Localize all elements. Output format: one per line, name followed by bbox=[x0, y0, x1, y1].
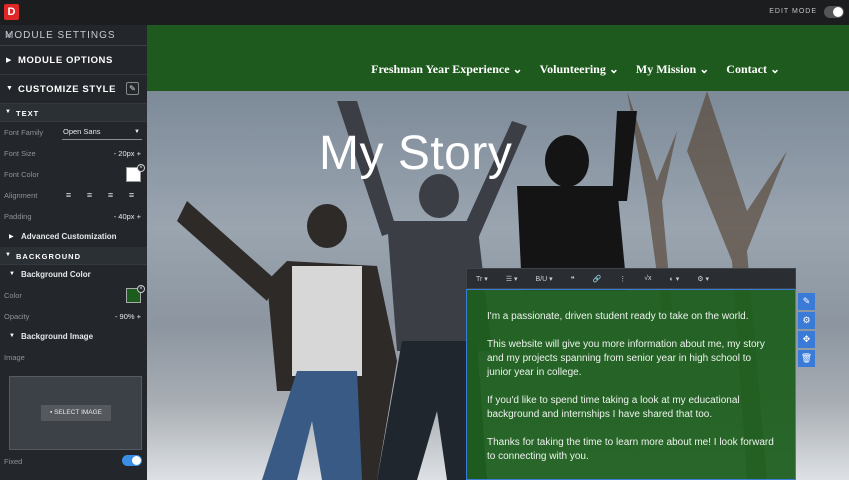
font-size-stepper[interactable]: - 20px + bbox=[114, 149, 141, 158]
page-preview: Freshman Year Experience ⌄ Volunteering … bbox=[147, 25, 849, 480]
dropdown-arrow-icon: ▼ bbox=[134, 129, 140, 135]
font-family-select[interactable]: Open Sans ▼ bbox=[62, 126, 142, 140]
content-paragraph[interactable]: If you'd like to spend time taking a loo… bbox=[487, 394, 775, 422]
padding-row: Padding - 40px + bbox=[0, 206, 147, 227]
caret-down-icon: ▼ bbox=[5, 252, 11, 258]
module-settings-sidebar: MODULE SETTINGS × ▶ MODULE OPTIONS ▼ CUS… bbox=[0, 25, 147, 480]
site-navbar: Freshman Year Experience ⌄ Volunteering … bbox=[147, 25, 849, 91]
color-row: Color × bbox=[0, 285, 147, 306]
fixed-row: Fixed bbox=[0, 451, 147, 472]
background-image-label: Background Image bbox=[21, 332, 94, 341]
customize-style-label: CUSTOMIZE STYLE bbox=[18, 84, 117, 95]
content-paragraph[interactable]: This website will give you more informat… bbox=[487, 338, 775, 380]
font-family-row: Font Family Open Sans ▼ bbox=[0, 122, 147, 143]
background-section[interactable]: ▼ BACKGROUND bbox=[0, 247, 147, 265]
caret-right-icon: ▶ bbox=[9, 234, 14, 240]
font-family-value: Open Sans bbox=[63, 127, 101, 136]
settings-icon[interactable]: ⚙ ▾ bbox=[688, 275, 718, 283]
font-family-label: Font Family bbox=[4, 128, 44, 137]
gear-icon[interactable]: ⚙ bbox=[798, 312, 815, 329]
move-icon[interactable]: ✥ bbox=[798, 331, 815, 348]
customize-style-section[interactable]: ▼ CUSTOMIZE STYLE ✎ bbox=[0, 75, 147, 104]
image-row: Image bbox=[0, 347, 147, 368]
caret-right-icon: ▶ bbox=[6, 57, 12, 64]
quote-icon[interactable]: ❝ bbox=[562, 275, 584, 283]
sidebar-header: MODULE SETTINGS × bbox=[0, 25, 147, 46]
module-side-tools: ✎ ⚙ ✥ 🗑 bbox=[798, 293, 815, 367]
clear-color-icon[interactable]: × bbox=[137, 285, 145, 293]
top-bar: D EDIT MODE bbox=[0, 0, 849, 25]
content-paragraph[interactable]: I'm a passionate, driven student ready t… bbox=[487, 310, 775, 324]
text-module[interactable]: I'm a passionate, driven student ready t… bbox=[466, 289, 796, 480]
paint-bucket-icon[interactable]: ✎ bbox=[126, 82, 139, 95]
caret-down-icon: ▼ bbox=[5, 109, 11, 115]
hero-title[interactable]: My Story bbox=[319, 126, 512, 181]
opacity-label: Opacity bbox=[4, 312, 30, 321]
advanced-customization-toggle[interactable]: ▶ Advanced Customization bbox=[0, 227, 147, 247]
opacity-row: Opacity - 90% + bbox=[0, 306, 147, 327]
link-icon[interactable]: 🔗 bbox=[583, 275, 610, 283]
text-style-icon[interactable]: Tr ▾ bbox=[467, 275, 497, 283]
align-justify-icon[interactable]: ≡ bbox=[125, 189, 138, 202]
opacity-stepper[interactable]: - 90% + bbox=[115, 312, 141, 321]
image-label: Image bbox=[4, 353, 25, 362]
color-icon[interactable]: ◐ ▾ bbox=[661, 275, 689, 283]
close-icon[interactable]: × bbox=[5, 28, 142, 42]
color-label: Color bbox=[4, 291, 22, 300]
nav-item-freshman-year[interactable]: Freshman Year Experience ⌄ bbox=[371, 62, 522, 77]
fixed-label: Fixed bbox=[4, 457, 23, 466]
nav-item-my-mission[interactable]: My Mission ⌄ bbox=[636, 62, 709, 77]
module-options-section[interactable]: ▶ MODULE OPTIONS bbox=[0, 46, 147, 75]
module-options-label: MODULE OPTIONS bbox=[18, 55, 113, 66]
edit-mode-label: EDIT MODE bbox=[769, 8, 817, 15]
text-section[interactable]: ▼ TEXT bbox=[0, 104, 147, 122]
nav-item-contact[interactable]: Contact ⌄ bbox=[726, 62, 780, 77]
alignment-row: Alignment ≡ ≡ ≡ ≡ bbox=[0, 185, 147, 206]
more-icon[interactable]: ⋮ bbox=[610, 275, 635, 283]
background-image-toggle[interactable]: ▼ Background Image bbox=[0, 327, 147, 347]
formula-icon[interactable]: √x bbox=[635, 275, 660, 282]
caret-down-icon: ▼ bbox=[9, 271, 15, 277]
caret-down-icon: ▼ bbox=[9, 333, 15, 339]
edit-mode-toggle[interactable] bbox=[824, 6, 844, 18]
advanced-customization-label: Advanced Customization bbox=[21, 232, 117, 241]
align-center-icon[interactable]: ≡ bbox=[83, 189, 96, 202]
background-color-toggle[interactable]: ▼ Background Color bbox=[0, 265, 147, 285]
padding-label: Padding bbox=[4, 212, 32, 221]
fixed-toggle[interactable] bbox=[122, 455, 142, 466]
select-image-label: SELECT IMAGE bbox=[54, 409, 103, 416]
select-image-button[interactable]: ▪ SELECT IMAGE bbox=[41, 405, 111, 421]
site-nav: Freshman Year Experience ⌄ Volunteering … bbox=[371, 62, 780, 77]
text-section-label: TEXT bbox=[16, 109, 40, 118]
font-size-label: Font Size bbox=[4, 149, 36, 158]
align-right-icon[interactable]: ≡ bbox=[104, 189, 117, 202]
nav-item-volunteering[interactable]: Volunteering ⌄ bbox=[540, 62, 619, 77]
font-color-row: Font Color × bbox=[0, 164, 147, 185]
background-color-label: Background Color bbox=[21, 270, 91, 279]
padding-stepper[interactable]: - 40px + bbox=[114, 212, 141, 221]
text-editor-toolbar: Tr ▾ ☰ ▾ B/U ▾ ❝ 🔗 ⋮ √x ◐ ▾ ⚙ ▾ bbox=[466, 268, 796, 289]
image-preview: ▪ SELECT IMAGE bbox=[9, 376, 142, 450]
edit-icon[interactable]: ✎ bbox=[798, 293, 815, 310]
align-left-icon[interactable]: ≡ bbox=[62, 189, 75, 202]
font-color-label: Font Color bbox=[4, 170, 40, 179]
list-icon[interactable]: ☰ ▾ bbox=[497, 275, 527, 283]
caret-down-icon: ▼ bbox=[6, 85, 13, 92]
clear-color-icon[interactable]: × bbox=[137, 164, 145, 172]
app-logo: D bbox=[4, 4, 19, 20]
content-paragraph[interactable]: Thanks for taking the time to learn more… bbox=[487, 436, 775, 464]
alignment-label: Alignment bbox=[4, 191, 38, 200]
background-section-label: BACKGROUND bbox=[16, 252, 81, 261]
trash-icon[interactable]: 🗑 bbox=[798, 350, 815, 367]
bold-underline-icon[interactable]: B/U ▾ bbox=[527, 275, 562, 283]
font-size-row: Font Size - 20px + bbox=[0, 143, 147, 164]
